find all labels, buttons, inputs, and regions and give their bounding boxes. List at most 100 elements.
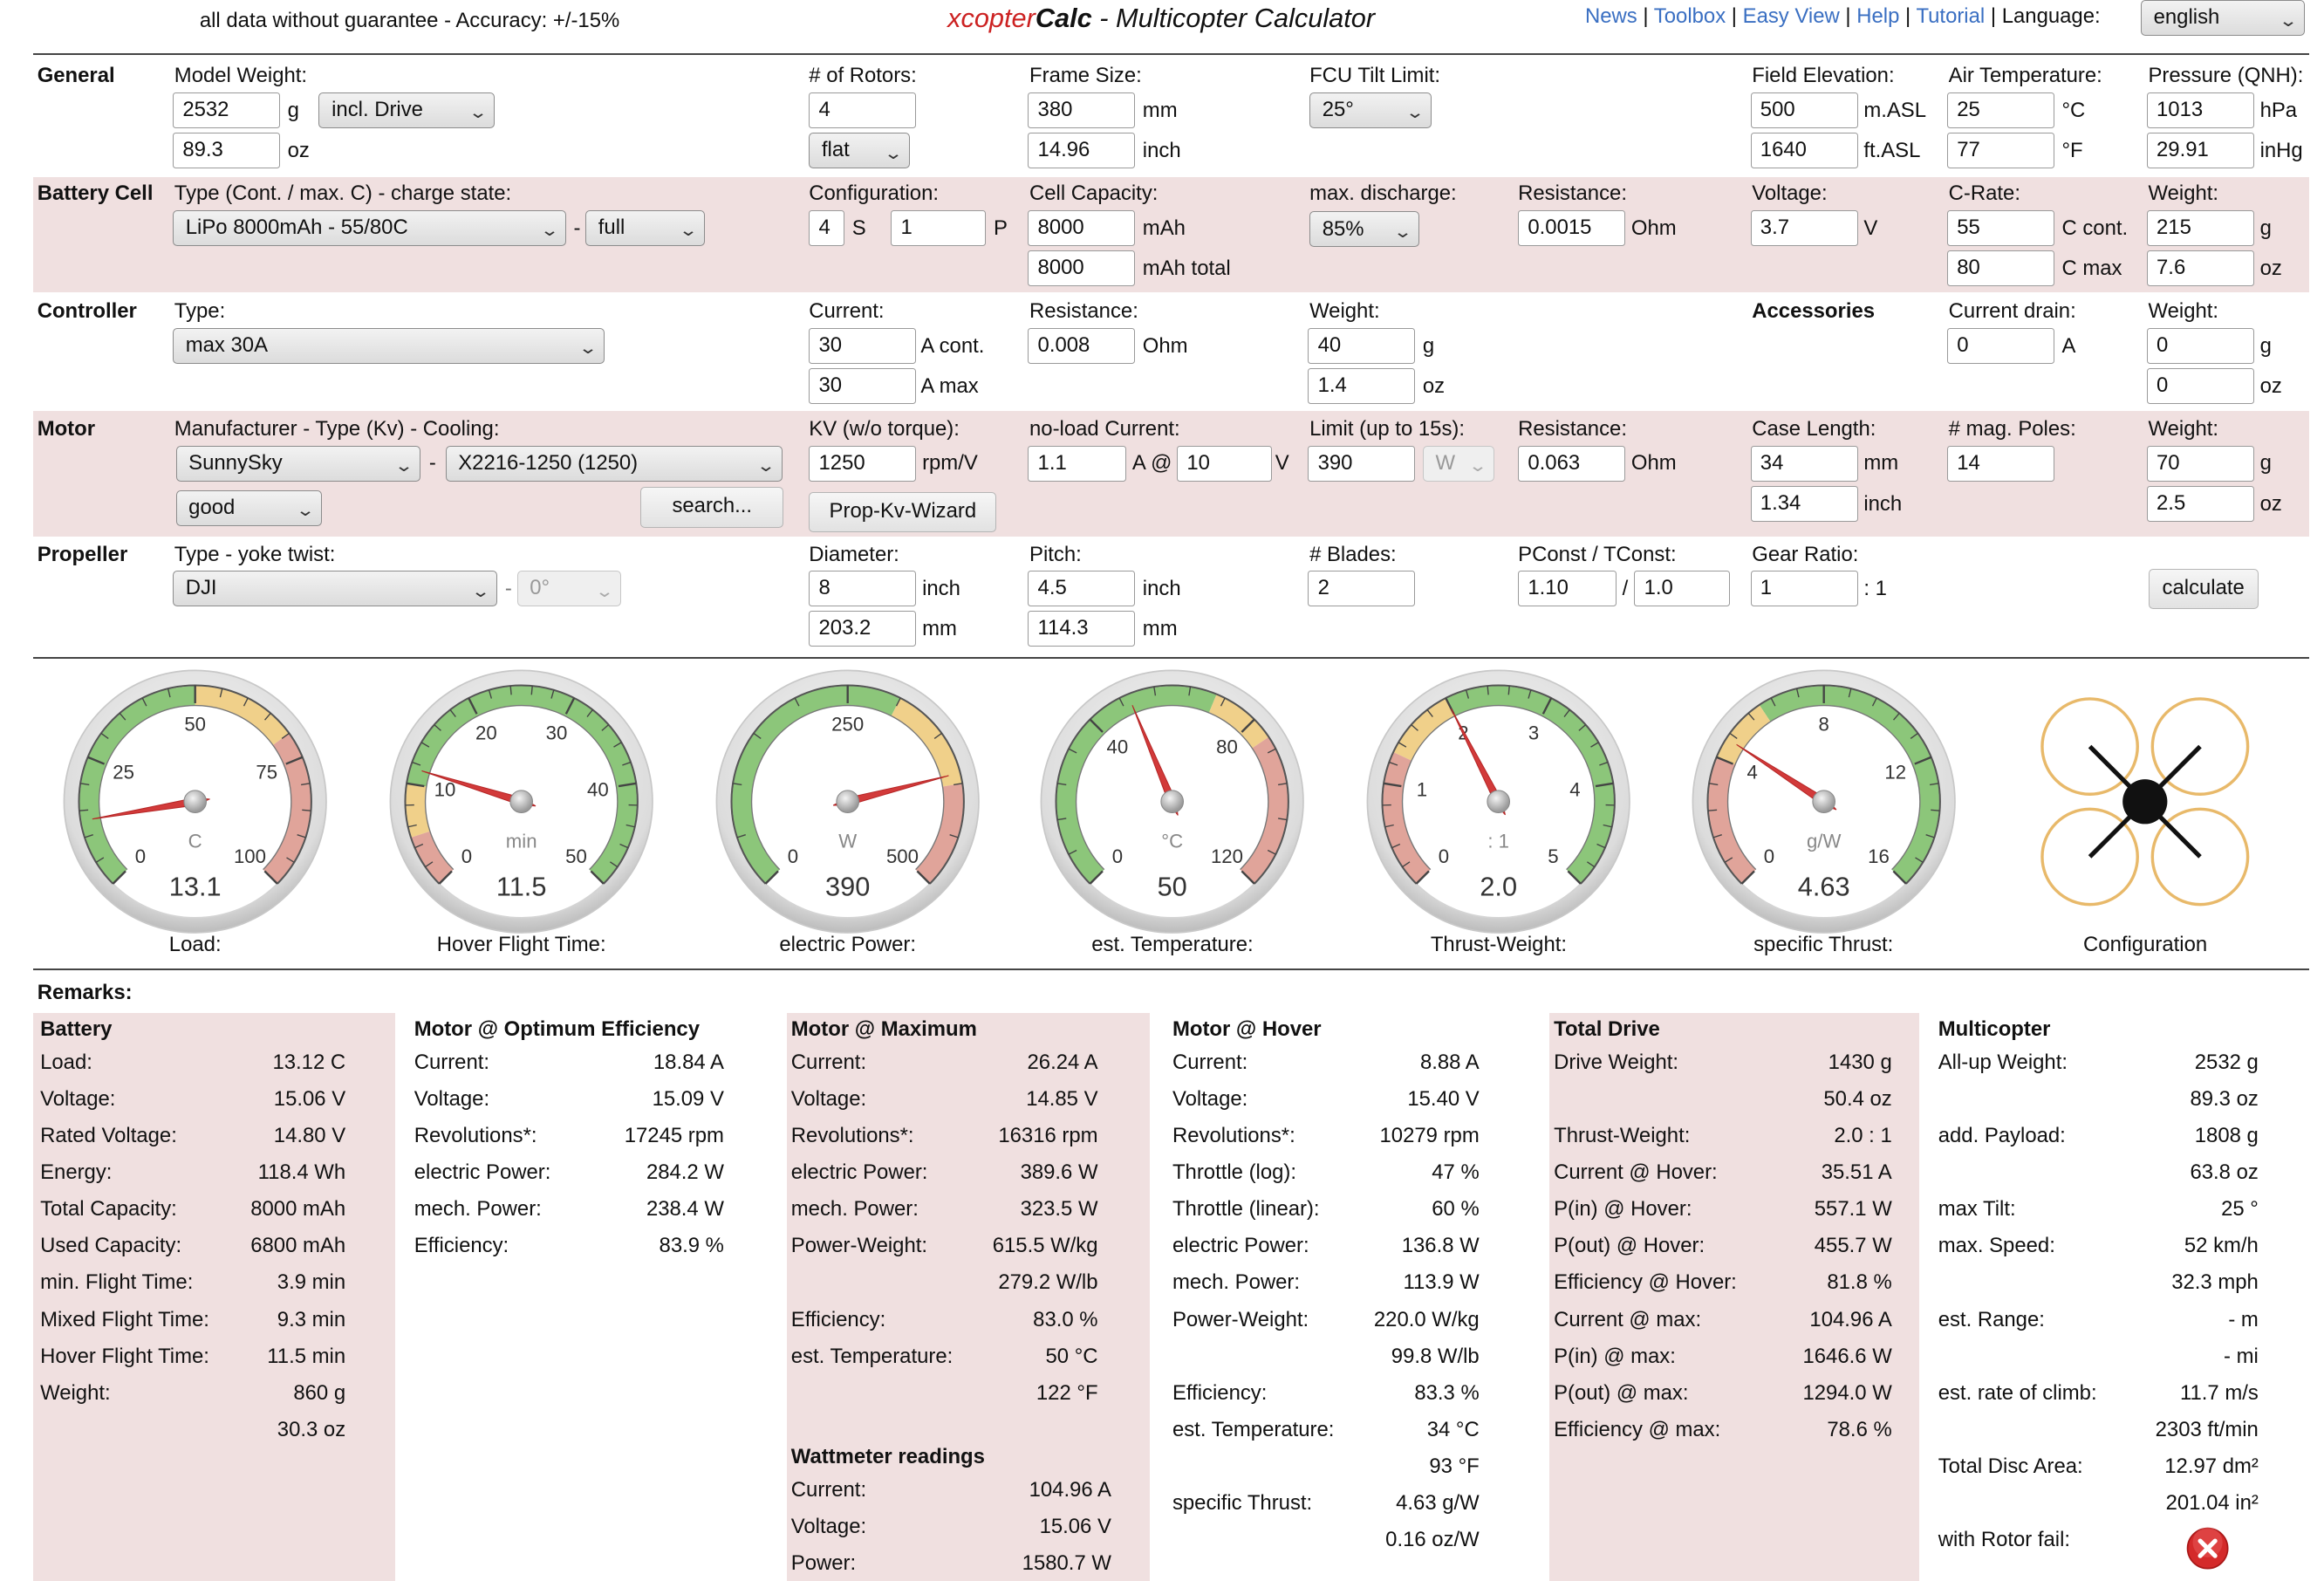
accessory-weight-g-input[interactable]: 0 [2146, 327, 2254, 364]
cells-p-input[interactable]: 1 [891, 209, 987, 246]
unit-c-cont: C cont. [2061, 216, 2129, 240]
result-label: All-up Weight: [1938, 1050, 2068, 1074]
motor-resistance-input[interactable]: 0.063 [1518, 445, 1626, 482]
poles-input[interactable]: 14 [1946, 445, 2054, 482]
result-label: P(out) @ Hover: [1554, 1234, 1705, 1258]
battery-weight-oz-input[interactable]: 7.6 [2146, 250, 2254, 286]
unit-inch: inch [1142, 138, 1181, 162]
noload-current-input[interactable]: 1.1 [1028, 445, 1127, 482]
nav-easy-view[interactable]: Easy View [1743, 4, 1840, 28]
motor-model-select[interactable]: X2216-1250 (1250) ⌄ [445, 445, 783, 482]
elevation-ft-input[interactable]: 1640 [1750, 132, 1858, 168]
pressure-inhg-input[interactable]: 29.91 [2146, 132, 2254, 168]
gauge-tick-label: 50 [184, 714, 206, 736]
controller-type-select[interactable]: max 30A ⌄ [173, 327, 605, 364]
air-temp-f-input[interactable]: 77 [1946, 132, 2054, 168]
model-weight-oz-input[interactable]: 89.3 [173, 132, 281, 168]
nav-news[interactable]: News [1585, 4, 1637, 28]
motor-weight-g-input[interactable]: 70 [2146, 445, 2254, 482]
results-maximum-title: Motor @ Maximum [790, 1017, 977, 1042]
discharge-select[interactable]: 85% ⌄ [1309, 211, 1420, 248]
unit-oz: oz [1422, 373, 1446, 398]
frame-mm-input[interactable]: 380 [1028, 92, 1136, 128]
manufacturer-select[interactable]: SunnySky ⌄ [175, 445, 420, 482]
gauge-tick-label: 4 [1746, 761, 1757, 783]
accessory-weight-oz-input[interactable]: 0 [2146, 367, 2254, 404]
results-battery-title: Battery [40, 1017, 113, 1042]
fcu-select[interactable]: 25° ⌄ [1309, 92, 1432, 128]
pitch-inch-input[interactable]: 4.5 [1028, 571, 1136, 607]
capacity-input[interactable]: 8000 [1028, 209, 1136, 246]
controller-resistance-input[interactable]: 0.008 [1028, 327, 1136, 364]
kv-input[interactable]: 1250 [809, 445, 917, 482]
nav-help[interactable]: Help [1856, 4, 1899, 28]
result-label: P(out) @ max: [1554, 1380, 1689, 1405]
result-label: with Rotor fail: [1938, 1528, 2071, 1552]
results-optimum-title: Motor @ Optimum Efficiency [414, 1017, 700, 1042]
unit-inch: inch [1863, 491, 1903, 516]
result-value: 15.06 V [1039, 1515, 1111, 1539]
result-value: 4.63 g/W [1396, 1491, 1480, 1516]
voltage-input[interactable]: 3.7 [1750, 209, 1858, 246]
calculate-button[interactable]: calculate [2148, 569, 2259, 610]
blades-input[interactable]: 2 [1308, 571, 1416, 607]
language-select[interactable]: english ⌄ [2140, 0, 2305, 36]
tconst-input[interactable]: 1.0 [1634, 571, 1730, 607]
gauge-tick-label: 1 [1417, 779, 1427, 801]
section-general: General [37, 64, 115, 88]
battery-type-select[interactable]: LiPo 8000mAh - 55/80C ⌄ [173, 209, 566, 246]
motor-weight-oz-input[interactable]: 2.5 [2146, 485, 2254, 522]
charge-select[interactable]: full ⌄ [585, 209, 705, 246]
air-temp-c-input[interactable]: 25 [1946, 92, 2054, 128]
nav-toolbox[interactable]: Toolbox [1654, 4, 1726, 28]
pressure-hpa-input[interactable]: 1013 [2146, 92, 2254, 128]
nav-tutorial[interactable]: Tutorial [1916, 4, 1985, 28]
cells-s-input[interactable]: 4 [809, 209, 845, 246]
elevation-m-input[interactable]: 500 [1750, 92, 1858, 128]
frame-inch-input[interactable]: 14.96 [1028, 132, 1136, 168]
gauge-value: 390 [825, 871, 870, 901]
diameter-inch-input[interactable]: 8 [809, 571, 917, 607]
capacity-total-input[interactable]: 8000 [1028, 250, 1136, 286]
limit-unit-select[interactable]: W ⌄ [1422, 445, 1494, 482]
twist-select[interactable]: 0° ⌄ [516, 571, 622, 607]
prop-type-select[interactable]: DJI ⌄ [173, 571, 498, 607]
controller-weight-g-input[interactable]: 40 [1308, 327, 1416, 364]
unit-mah: mAh [1142, 216, 1186, 240]
brand-calc: Calc [1035, 3, 1092, 34]
chevron-down-icon: ⌄ [1467, 456, 1487, 476]
gear-ratio-input[interactable]: 1 [1750, 571, 1858, 607]
pconst-input[interactable]: 1.10 [1518, 571, 1617, 607]
noload-voltage-input[interactable]: 10 [1177, 445, 1273, 482]
result-label: Efficiency: [414, 1234, 509, 1258]
model-weight-label: Model Weight: [174, 64, 308, 88]
battery-resistance-input[interactable]: 0.0015 [1518, 209, 1626, 246]
search-button[interactable]: search... [640, 487, 784, 528]
crate-label: C-Rate: [1948, 181, 2020, 206]
controller-weight-oz-input[interactable]: 1.4 [1308, 367, 1416, 404]
language-label: Language: [2001, 4, 2101, 29]
gauge-tick-label: 30 [546, 722, 568, 743]
c-max-input[interactable]: 80 [1946, 250, 2054, 286]
accessory-weight-label: Weight: [2148, 299, 2219, 324]
rotors-input[interactable]: 4 [809, 92, 917, 128]
result-label: Efficiency: [1172, 1380, 1268, 1405]
model-weight-g-input[interactable]: 2532 [173, 92, 281, 128]
layout-select[interactable]: flat ⌄ [809, 132, 911, 168]
case-mm-input[interactable]: 34 [1750, 445, 1858, 482]
current-cont-input[interactable]: 30 [809, 327, 917, 364]
drain-input[interactable]: 0 [1946, 327, 2054, 364]
pitch-mm-input[interactable]: 114.3 [1028, 611, 1136, 647]
drive-select[interactable]: incl. Drive ⌄ [318, 92, 495, 128]
battery-weight-g-input[interactable]: 215 [2146, 209, 2254, 246]
limit-input[interactable]: 390 [1308, 445, 1416, 482]
result-label: Thrust-Weight: [1554, 1124, 1691, 1148]
diameter-mm-input[interactable]: 203.2 [809, 611, 917, 647]
prop-kv-wizard-button[interactable]: Prop-Kv-Wizard [809, 491, 997, 532]
cooling-select[interactable]: good ⌄ [175, 489, 322, 526]
result-value: 2303 ft/min [2155, 1417, 2259, 1441]
current-max-input[interactable]: 30 [809, 367, 917, 404]
case-inch-input[interactable]: 1.34 [1750, 485, 1858, 522]
unit-v: V [1275, 451, 1289, 476]
c-cont-input[interactable]: 55 [1946, 209, 2054, 246]
